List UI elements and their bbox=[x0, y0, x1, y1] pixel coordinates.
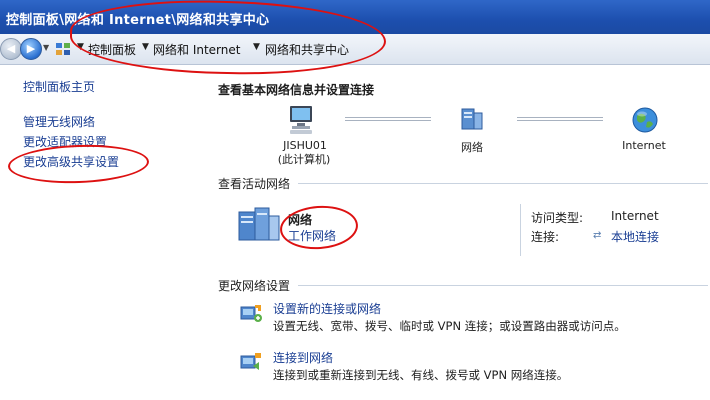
breadcrumb-control-panel[interactable]: 控制面板 bbox=[88, 41, 136, 58]
access-type-label: 访问类型: bbox=[531, 211, 584, 225]
forward-arrow-icon[interactable]: ▶ bbox=[20, 38, 42, 60]
local-connection-link[interactable]: 本地连接 bbox=[611, 228, 659, 245]
page-title: 查看基本网络信息并设置连接 bbox=[218, 83, 375, 97]
breadcrumb-sharing-center[interactable]: 网络和共享中心 bbox=[265, 41, 349, 58]
connections-label: 连接: bbox=[531, 230, 560, 244]
work-network-icon bbox=[238, 207, 280, 241]
setup-connection-link[interactable]: 设置新的连接或网络 bbox=[273, 300, 381, 317]
setup-connection-description: 设置无线、宽带、拨号、临时或 VPN 连接；或设置路由器或访问点。 bbox=[273, 319, 626, 333]
sidebar-item-control-panel-home[interactable]: 控制面板主页 bbox=[23, 78, 95, 95]
sidebar-item-adapter-settings[interactable]: 更改适配器设置 bbox=[23, 133, 107, 150]
network-node-label: 网络 bbox=[461, 141, 483, 154]
computer-icon bbox=[290, 106, 312, 134]
breadcrumb-network-internet[interactable]: 网络和 Internet bbox=[153, 41, 240, 58]
sidebar-item-advanced-sharing[interactable]: 更改高级共享设置 bbox=[23, 153, 119, 170]
computer-sublabel: (此计算机) bbox=[277, 153, 331, 166]
window-title: 控制面板\网络和 Internet\网络和共享中心 bbox=[6, 13, 270, 28]
history-dropdown-icon[interactable]: ▼ bbox=[43, 43, 49, 52]
access-type-value: Internet bbox=[611, 209, 659, 223]
crumb-separator-icon[interactable]: ▼ bbox=[253, 42, 260, 52]
internet-node-label: Internet bbox=[622, 139, 666, 152]
connection-line bbox=[345, 117, 431, 121]
active-network-name: 网络 bbox=[288, 213, 313, 227]
control-panel-icon bbox=[56, 43, 70, 55]
connect-network-icon bbox=[240, 353, 261, 370]
vertical-divider bbox=[520, 204, 521, 256]
address-bar: ◀ ▶ ▼ ▼ 控制面板 ▼ 网络和 Internet ▼ 网络和共享中心 bbox=[0, 34, 710, 65]
crumb-separator-icon[interactable]: ▼ bbox=[142, 42, 149, 52]
section-divider bbox=[298, 183, 708, 184]
internet-globe-icon bbox=[632, 107, 658, 133]
section-divider bbox=[298, 285, 708, 286]
connection-line bbox=[517, 117, 603, 121]
title-bar: 控制面板\网络和 Internet\网络和共享中心 bbox=[0, 0, 710, 34]
local-connection-icon: ⇄ bbox=[593, 230, 602, 241]
network-type-link[interactable]: 工作网络 bbox=[288, 227, 336, 244]
back-arrow-icon[interactable]: ◀ bbox=[0, 38, 22, 60]
sidebar-item-manage-wireless[interactable]: 管理无线网络 bbox=[23, 113, 95, 130]
setup-connection-icon bbox=[240, 305, 262, 322]
connect-network-description: 连接到或重新连接到无线、有线、拨号或 VPN 网络连接。 bbox=[273, 368, 569, 382]
change-settings-title: 更改网络设置 bbox=[218, 279, 291, 293]
connect-network-link[interactable]: 连接到网络 bbox=[273, 349, 333, 366]
network-icon bbox=[461, 108, 483, 130]
crumb-separator-icon[interactable]: ▼ bbox=[77, 42, 84, 52]
active-networks-title: 查看活动网络 bbox=[218, 177, 291, 191]
